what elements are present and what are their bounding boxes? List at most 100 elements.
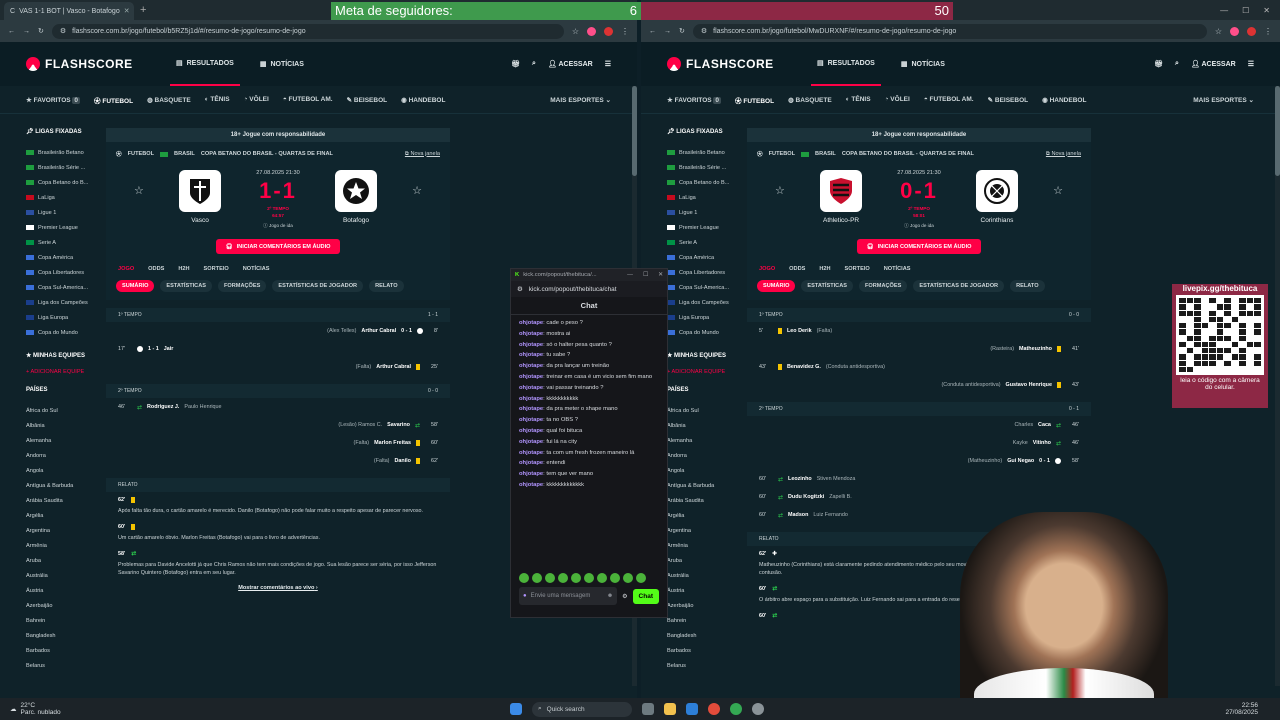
system-clock[interactable]: 22:56 27/08/2025 [1225,702,1258,716]
country-item[interactable]: Austrália [26,568,100,583]
minimize-icon[interactable]: — [1220,6,1228,15]
chat-username[interactable]: ohjotape [519,352,543,358]
crumb-sport[interactable]: FUTEBOL [769,151,795,157]
subtab-summary[interactable]: SUMÁRIO [116,280,155,292]
chat-username[interactable]: ohjotape [519,396,543,402]
sport-football[interactable]: ⚽︎ FUTEBOL [94,95,133,105]
task-view-icon[interactable] [642,703,654,715]
sport-basketball[interactable]: ◍ BASQUETE [788,96,832,104]
subtab-stats[interactable]: ESTATÍSTICAS [160,280,212,292]
event-player[interactable]: Gui Negao [1007,458,1034,464]
reload-icon[interactable]: ↻ [38,27,44,35]
chat-username[interactable]: ohjotape [519,363,543,369]
close-window-icon[interactable]: ✕ [1263,6,1270,15]
pinned-league-item[interactable]: Liga dos Campeões [667,295,741,310]
responsible-gambling-banner[interactable]: 18+ Jogue com responsabilidade [106,128,450,142]
sport-american-football[interactable]: ◓ FUTEBOL AM. [283,96,333,103]
back-icon[interactable]: ← [8,28,15,35]
emote-icon[interactable] [597,573,607,583]
tab-game[interactable]: JOGO [118,266,134,272]
away-team[interactable]: Corinthians [962,170,1032,224]
pinned-league-item[interactable]: Serie A [26,235,100,250]
menu-dots-icon[interactable]: ⋮ [621,27,629,36]
add-team-link[interactable]: + ADICIONAR EQUIPE [26,369,100,375]
country-item[interactable]: Argentina [667,523,741,538]
emote-icon[interactable] [558,573,568,583]
chat-message-input[interactable]: ● Envie uma mensagem ☻ [519,587,618,605]
pinned-league-item[interactable]: Copa América [667,250,741,265]
pinned-league-item[interactable]: Brasileirão Betano [667,145,741,160]
country-item[interactable]: Arábia Saudita [667,493,741,508]
add-team-link[interactable]: + ADICIONAR EQUIPE [667,369,741,375]
audio-commentary-button[interactable]: 🎧︎ INICIAR COMENTÁRIOS EM ÁUDIO [216,239,340,254]
subtab-report[interactable]: RELATO [369,280,404,292]
pinned-league-item[interactable]: Brasileirão Série ... [667,160,741,175]
sport-baseball[interactable]: ✎ BEISEBOL [347,96,388,104]
scrollbar-thumb[interactable] [632,86,637,176]
country-item[interactable]: Argentina [26,523,100,538]
nav-news[interactable]: ▦ NOTÍCIAS [254,42,310,86]
chrome-icon[interactable] [708,703,720,715]
pinned-league-item[interactable]: Ligue 1 [26,205,100,220]
more-comments-link[interactable]: Mostrar comentários ao vivo › [106,585,450,591]
event-player[interactable]: Matheuzinho [1019,346,1052,352]
country-item[interactable]: Bahrein [667,613,741,628]
more-sports-dropdown[interactable]: MAIS ESPORTES ⌄ [550,96,611,104]
event-player[interactable]: Arthur Cabral [361,328,396,334]
country-item[interactable]: Alemanha [26,433,100,448]
pinned-league-item[interactable]: LaLiga [667,190,741,205]
nav-results[interactable]: ▤ RESULTADOS [811,42,881,86]
country-item[interactable]: Albânia [667,418,741,433]
scrollbar-thumb[interactable] [1275,86,1280,176]
country-item[interactable]: Argélia [26,508,100,523]
forward-icon[interactable]: → [664,28,671,35]
event-player[interactable]: Danilo [394,458,410,464]
chat-username[interactable]: ohjotape [519,428,543,434]
crumb-competition[interactable]: COPA BETANO DO BRASIL - QUARTAS DE FINAL [201,151,333,157]
event-player[interactable]: Marlon Freitas [374,440,411,446]
emoji-icon[interactable]: ☻ [607,593,613,600]
obs-icon[interactable] [752,703,764,715]
chat-username[interactable]: ohjotape [519,342,543,348]
chat-username[interactable]: ohjotape [519,320,543,326]
subtab-report[interactable]: RELATO [1010,280,1045,292]
responsible-gambling-banner[interactable]: 18+ Jogue com responsabilidade [747,128,1091,142]
chat-username[interactable]: ohjotape [519,482,543,488]
country-item[interactable]: Angola [667,463,741,478]
chat-username[interactable]: ohjotape [519,385,543,391]
favorite-away-star-icon[interactable]: ☆ [412,184,422,197]
emote-icon[interactable] [623,573,633,583]
emote-icon[interactable] [532,573,542,583]
emote-icon[interactable] [519,573,529,583]
pinned-league-item[interactable]: Premier League [667,220,741,235]
pinned-league-item[interactable]: Ligue 1 [667,205,741,220]
tab-draw[interactable]: SORTEIO [845,266,870,272]
sport-football[interactable]: ⚽︎ FUTEBOL [735,95,774,105]
search-icon[interactable]: ⌕ [532,60,536,68]
country-item[interactable]: Albânia [26,418,100,433]
taskbar-search[interactable]: ⌕ Quick search [532,701,632,717]
crumb-country[interactable]: BRASIL [815,151,836,157]
chat-username[interactable]: ohjotape [519,450,543,456]
flashscore-logo[interactable]: FLASHSCORE [667,57,797,71]
tab-news[interactable]: NOTÍCIAS [243,266,270,272]
tab-game[interactable]: JOGO [759,266,775,272]
event-player[interactable]: Leo Derik [787,328,812,334]
favorite-away-star-icon[interactable]: ☆ [1053,184,1063,197]
sport-tennis[interactable]: ◐ TÊNIS [846,96,871,103]
pinned-league-item[interactable]: Liga dos Campeões [26,295,100,310]
chat-username[interactable]: ohjotape [519,374,543,380]
pinned-league-item[interactable]: Copa Libertadores [667,265,741,280]
subtab-lineups[interactable]: FORMAÇÕES [218,280,267,292]
event-player[interactable]: Jair [164,346,174,352]
tab-odds[interactable]: ODDS [789,266,805,272]
country-item[interactable]: Bahrein [26,613,100,628]
store-icon[interactable] [686,703,698,715]
site-info-icon[interactable]: ⚙ [701,27,707,35]
new-tab-icon[interactable]: + [140,4,146,16]
url-field[interactable]: ⚙ flashscore.com.br/jogo/futebol/MwDURXN… [692,23,1207,39]
login-button[interactable]: 👤︎ ACESSAR [548,60,593,68]
event-player[interactable]: Leozinho [788,476,812,482]
more-sports-dropdown[interactable]: MAIS ESPORTES ⌄ [1193,96,1254,104]
country-item[interactable]: Aruba [26,553,100,568]
